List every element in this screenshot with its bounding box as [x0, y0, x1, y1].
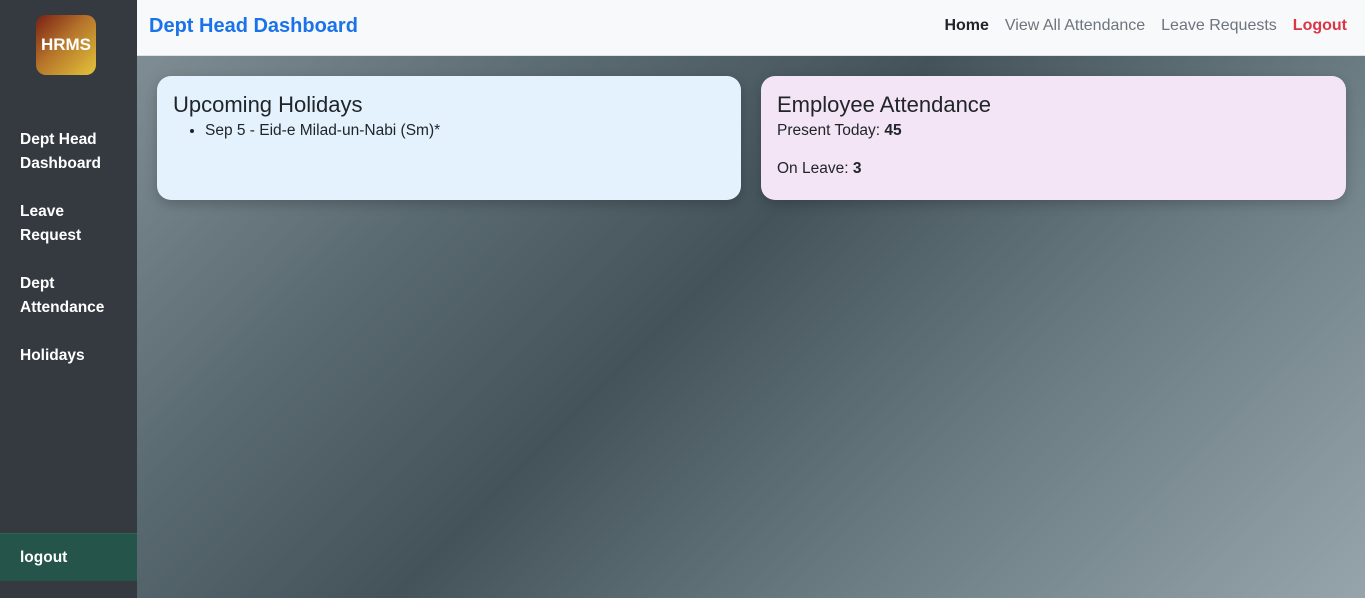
present-today-value: 45 — [884, 122, 902, 139]
sidebar: HRMS Dept Head Dashboard Leave Request D… — [0, 0, 137, 598]
sidebar-item-leave-request[interactable]: Leave Request — [20, 200, 125, 248]
sidebar-item-dept-attendance[interactable]: Dept Attendance — [20, 272, 125, 320]
card-title: Employee Attendance — [777, 92, 992, 117]
nav-link-view-all-attendance[interactable]: View All Attendance — [1005, 17, 1145, 35]
nav-link-leave-requests[interactable]: Leave Requests — [1161, 17, 1277, 35]
present-today-stat: Present Today: 45 — [777, 122, 1330, 140]
nav-link-logout[interactable]: Logout — [1293, 17, 1347, 35]
holiday-item: Sep 5 - Eid-e Milad-un-Nabi (Sm)* — [205, 122, 725, 140]
sidebar-item-dept-head-dashboard[interactable]: Dept Head Dashboard — [20, 128, 125, 176]
top-nav-links: Home View All Attendance Leave Requests … — [944, 17, 1347, 35]
upcoming-holidays-card: Upcoming Holidays Sep 5 - Eid-e Milad-un… — [157, 76, 741, 200]
on-leave-value: 3 — [852, 160, 862, 177]
sidebar-logout-button[interactable]: logout — [0, 533, 137, 581]
sidebar-item-holidays[interactable]: Holidays — [20, 344, 125, 368]
on-leave-stat: On Leave: 3 — [777, 160, 1330, 178]
top-navbar: Dept Head Dashboard Home View All Attend… — [137, 0, 1365, 56]
sidebar-nav: Dept Head Dashboard Leave Request Dept A… — [20, 128, 125, 392]
card-title: Upcoming Holidays — [173, 92, 363, 117]
employee-attendance-card: Employee Attendance Present Today: 45 On… — [761, 76, 1346, 200]
main-content: Upcoming Holidays Sep 5 - Eid-e Milad-un… — [137, 56, 1365, 598]
nav-link-home[interactable]: Home — [944, 17, 988, 35]
hrms-logo[interactable]: HRMS — [36, 15, 96, 75]
holiday-list: Sep 5 - Eid-e Milad-un-Nabi (Sm)* — [173, 122, 725, 140]
present-today-label: Present Today: — [777, 122, 885, 139]
on-leave-label: On Leave: — [777, 160, 853, 177]
navbar-brand[interactable]: Dept Head Dashboard — [149, 15, 358, 38]
